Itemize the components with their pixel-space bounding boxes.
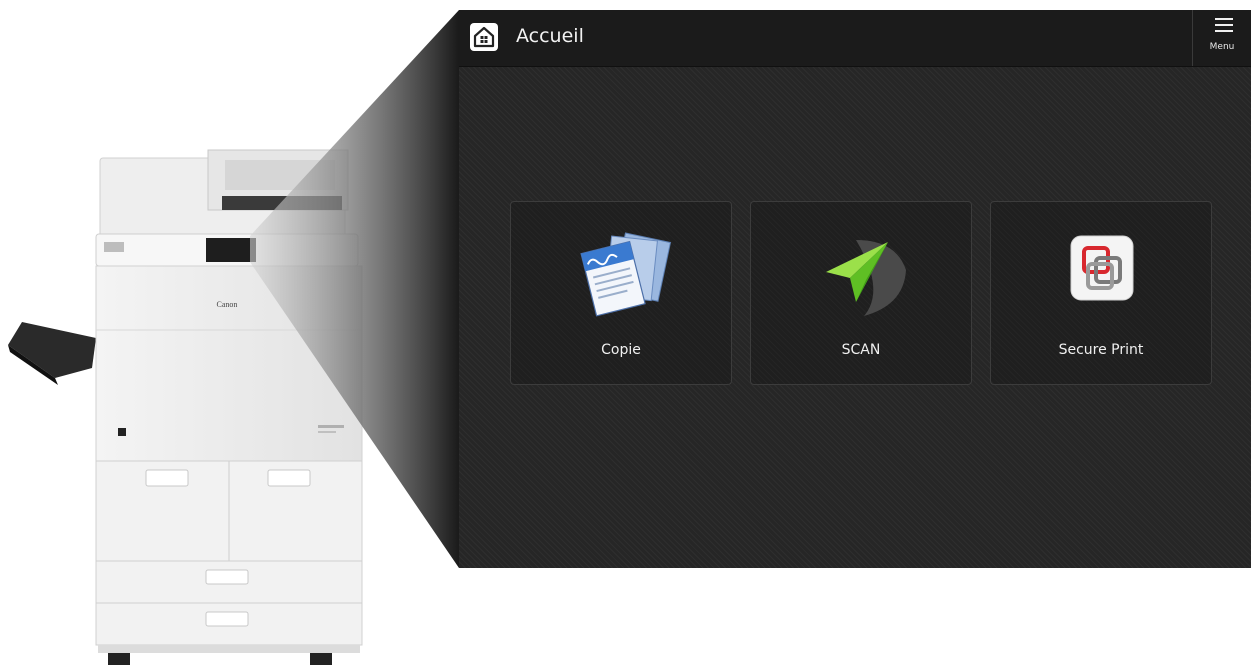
touch-panel-screen: Accueil Menu Copie SCAN Secure Print xyxy=(459,10,1251,568)
printer-illustration: Canon xyxy=(8,10,459,665)
home-button[interactable] xyxy=(469,22,499,52)
menu-button[interactable]: Menu xyxy=(1192,10,1251,66)
paper-plane-icon xyxy=(826,240,906,316)
scan-tile[interactable]: SCAN xyxy=(750,201,972,385)
home-icon xyxy=(470,23,498,51)
copy-documents-icon xyxy=(580,232,672,317)
scan-label: SCAN xyxy=(841,342,881,358)
secure-print-tile[interactable]: Secure Print xyxy=(990,201,1212,385)
hamburger-icon xyxy=(1215,18,1233,32)
secure-print-icon xyxy=(1070,235,1134,301)
page-title: Accueil xyxy=(516,25,584,47)
printer-brand-logo: Canon xyxy=(217,300,238,309)
copie-tile[interactable]: Copie xyxy=(510,201,732,385)
menu-label: Menu xyxy=(1209,42,1235,52)
secure-print-label: Secure Print xyxy=(1058,342,1144,358)
copie-label: Copie xyxy=(601,342,641,358)
top-bar: Accueil Menu xyxy=(459,10,1251,67)
